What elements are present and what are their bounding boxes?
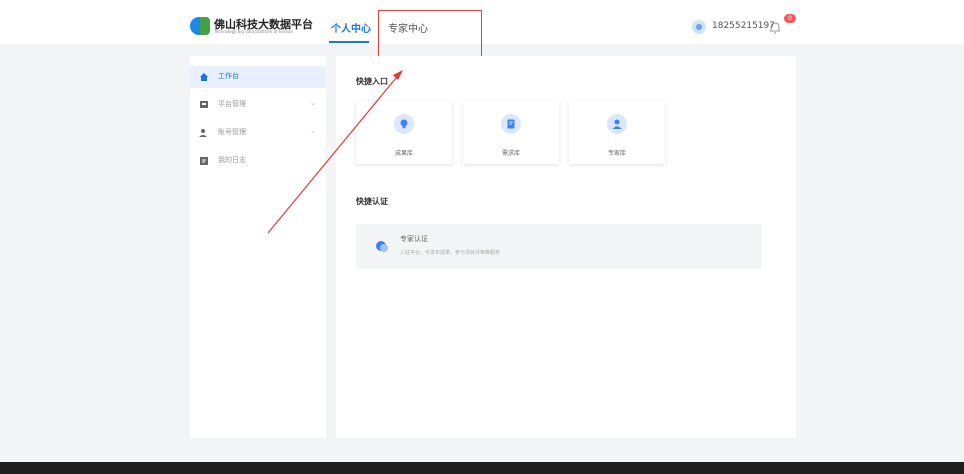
- tab-personal-center[interactable]: 个人中心: [331, 20, 371, 35]
- expert-cert-card[interactable]: 专家认证 入驻平台，可发布成果，参与项目评审等服务: [356, 224, 762, 269]
- top-bar: 佛山科技大数据平台 Technology big data platform o…: [0, 0, 964, 44]
- cert-description: 入驻平台，可发布成果，参与项目评审等服务: [400, 250, 501, 256]
- user-phone[interactable]: 18255215197: [712, 21, 775, 31]
- sidebar-item-platform-management[interactable]: 平台管理 ⌄: [190, 94, 326, 116]
- logo-subtitle: Technology big data platform of Foshan: [214, 29, 294, 34]
- sidebar-item-label: 平台管理: [218, 100, 246, 108]
- expert-icon: [607, 114, 627, 134]
- chevron-down-icon: ⌄: [310, 127, 316, 135]
- card-achievement-library[interactable]: 成果库: [356, 101, 452, 164]
- sidebar: 工作台 平台管理 ⌄ 账号管理 ⌄ 我的日志: [190, 56, 326, 438]
- lightbulb-icon: [394, 114, 414, 134]
- chevron-down-icon: ⌄: [310, 99, 316, 107]
- expert-cert-icon: [376, 241, 388, 252]
- avatar[interactable]: [692, 20, 706, 34]
- sidebar-item-my-log[interactable]: 我的日志: [190, 150, 326, 172]
- platform-icon: [200, 101, 208, 108]
- sidebar-item-label: 工作台: [218, 72, 239, 80]
- footer: [0, 462, 964, 474]
- logo-icon[interactable]: [190, 17, 210, 35]
- sidebar-item-account-management[interactable]: 账号管理 ⌄: [190, 122, 326, 144]
- sidebar-item-workbench[interactable]: 工作台: [190, 66, 326, 88]
- home-icon: [200, 73, 208, 81]
- quick-cert-title: 快捷认证: [356, 197, 388, 206]
- sidebar-item-label: 账号管理: [218, 128, 246, 136]
- annotation-highlight-box: [378, 10, 482, 58]
- log-icon: [200, 157, 208, 165]
- sidebar-item-label: 我的日志: [218, 156, 246, 164]
- card-label: 需求库: [501, 150, 520, 157]
- cert-title: 专家认证: [400, 235, 428, 243]
- card-label: 成果库: [394, 150, 413, 157]
- bell-icon[interactable]: [768, 20, 782, 34]
- document-icon: [501, 114, 521, 134]
- card-expert-library[interactable]: 专家库: [569, 101, 665, 164]
- account-icon: [199, 129, 207, 137]
- card-label: 专家库: [607, 150, 626, 157]
- active-tab-underline: [329, 41, 369, 43]
- quick-entry-title: 快捷入口: [356, 77, 388, 86]
- card-demand-library[interactable]: 需求库: [463, 101, 559, 164]
- notification-badge: 0: [784, 14, 796, 23]
